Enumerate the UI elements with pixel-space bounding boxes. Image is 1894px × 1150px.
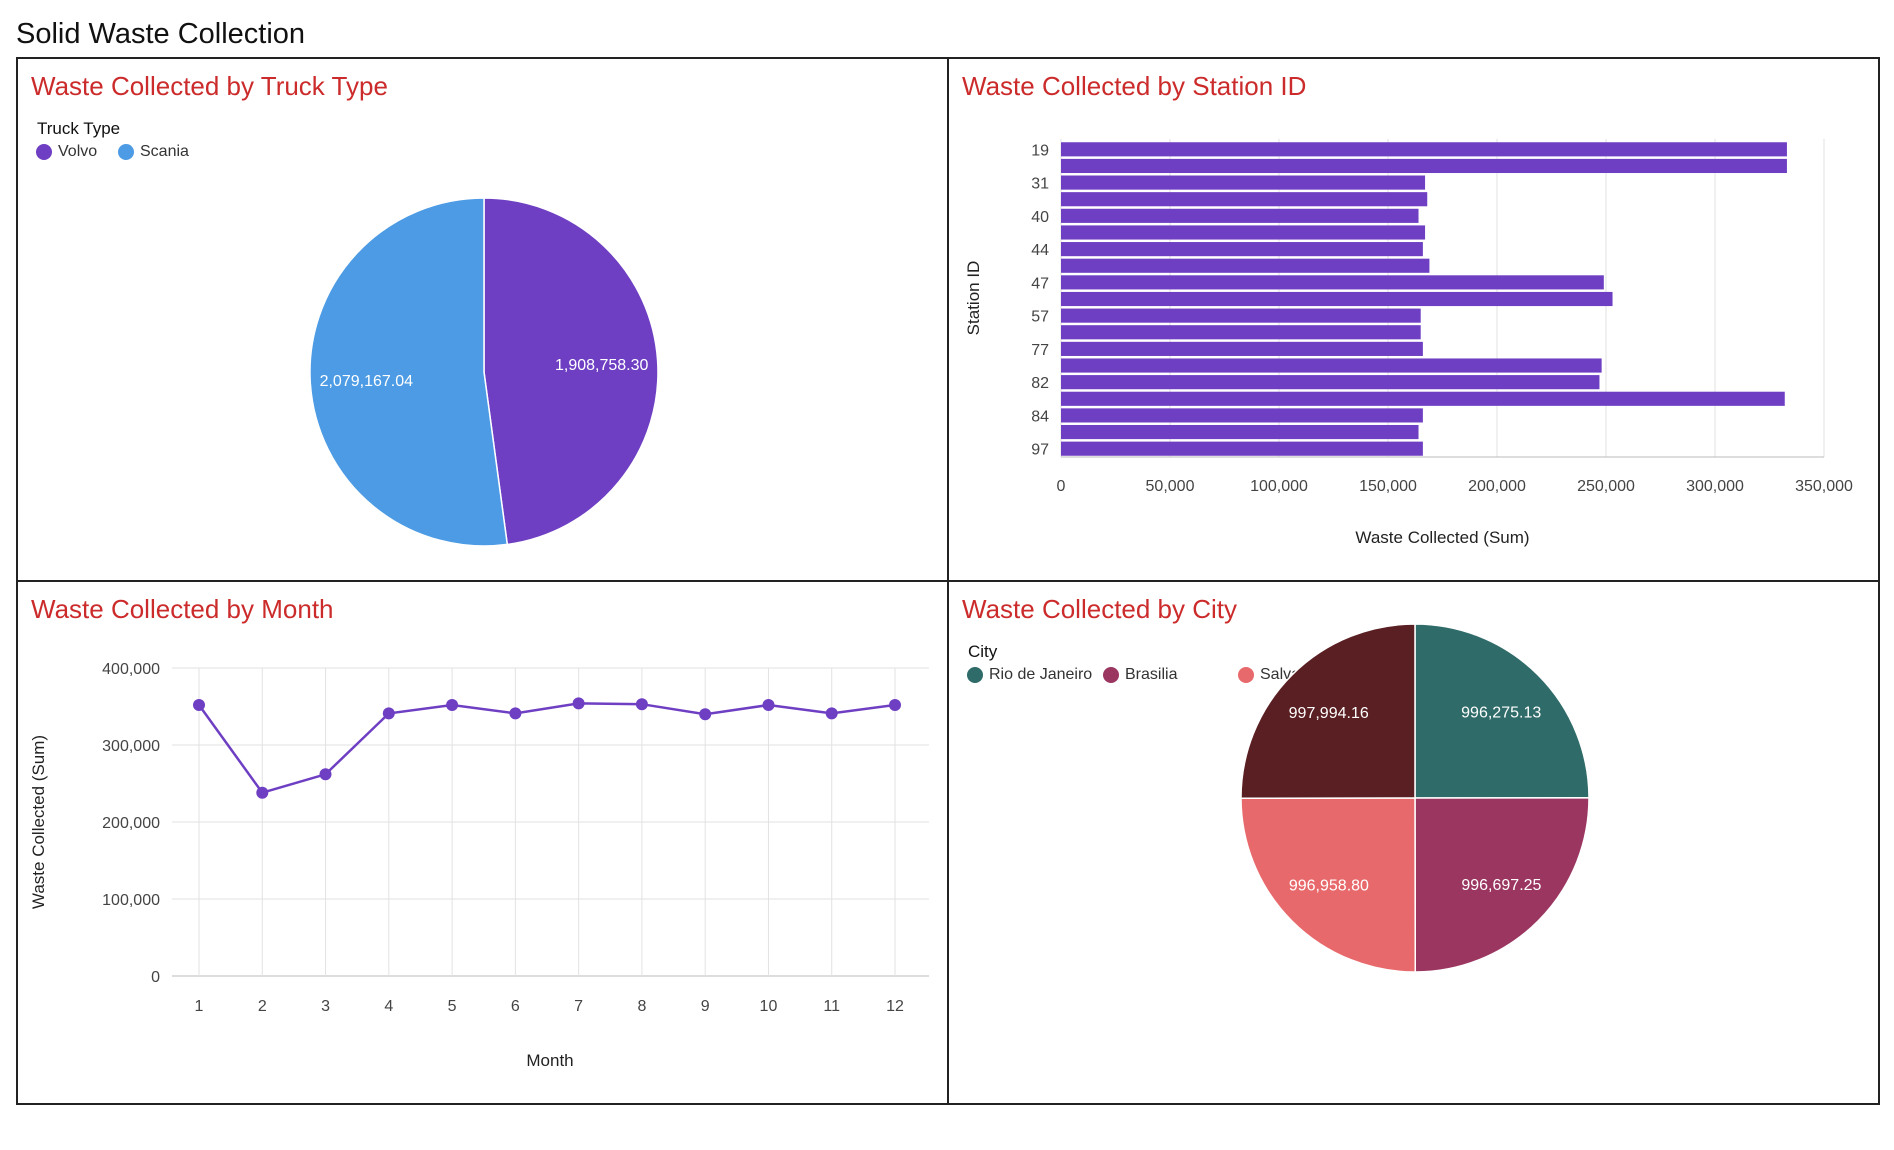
- bar: [1061, 325, 1421, 340]
- line-point: [635, 698, 648, 711]
- pie-data-label: 1,908,758.30: [555, 357, 649, 374]
- y-axis-label: Station ID: [964, 261, 983, 336]
- x-tick-label: 10: [760, 998, 778, 1015]
- station-id-bar-chart[interactable]: 0 50,000 100,000 150,000 200,000 250,000 300,0…: [949, 59, 1878, 580]
- month-panel: Waste Collected by Month 0 100,000 200,000…: [16, 580, 949, 1105]
- month-line-chart[interactable]: 0100,000200,000300,000400,0001 2 3 4 5 6 7 8 9 10…: [18, 582, 947, 1103]
- x-tick-label: 7: [574, 998, 583, 1015]
- bar: [1061, 375, 1600, 390]
- bar: [1061, 391, 1785, 406]
- x-tick-label: 150,000: [1359, 478, 1417, 495]
- y-tick-label: 40: [1031, 209, 1049, 226]
- page-title: Solid Waste Collection: [16, 18, 306, 50]
- x-tick-label: 4: [384, 998, 393, 1015]
- bar: [1061, 142, 1787, 157]
- bar: [1061, 225, 1426, 240]
- x-tick-label: 2: [258, 998, 267, 1015]
- bar: [1061, 308, 1421, 323]
- pie-data-label: 996,697.25: [1461, 877, 1541, 894]
- bar: [1061, 424, 1419, 440]
- y-tick-label: 97: [1031, 442, 1049, 459]
- x-tick-label: 3: [321, 998, 330, 1015]
- bar: [1061, 358, 1602, 373]
- bar: [1061, 275, 1604, 290]
- x-tick-label: 300,000: [1686, 478, 1744, 495]
- bar: [1061, 242, 1423, 257]
- y-tick-label: 47: [1031, 275, 1049, 292]
- line-series: [197, 702, 896, 795]
- x-tick-label: 6: [511, 998, 520, 1015]
- y-axis-label: Waste Collected (Sum): [29, 735, 48, 909]
- y-tick-label: 19: [1031, 142, 1049, 159]
- y-tick-label: 84: [1031, 408, 1049, 425]
- x-tick-label: 5: [448, 998, 457, 1015]
- bar: [1061, 192, 1428, 207]
- y-tick-label: 77: [1031, 342, 1049, 359]
- truck-type-pie-chart[interactable]: 1,908,758.30 2,079,167.04: [18, 59, 947, 580]
- city-pie-chart[interactable]: 996,275.13 996,697.25 996,958.80 997,994.16: [949, 582, 1878, 1103]
- line-point: [193, 699, 205, 711]
- line-point: [382, 707, 395, 720]
- y-tick-label: 82: [1031, 375, 1049, 392]
- x-tick-label: 50,000: [1146, 478, 1195, 495]
- bar: [1061, 291, 1613, 307]
- x-tick-label: 350,000: [1795, 478, 1853, 495]
- line-point: [319, 768, 332, 781]
- line-point: [699, 708, 712, 721]
- x-tick-label: 250,000: [1577, 478, 1635, 495]
- y-tick-label: 44: [1031, 242, 1049, 259]
- line-point: [889, 699, 901, 711]
- city-panel: Waste Collected by City City Rio de Jane…: [947, 580, 1880, 1105]
- x-tick-label: 8: [637, 998, 646, 1015]
- line-point: [762, 699, 775, 711]
- pie-data-label: 2,079,167.04: [320, 373, 414, 390]
- bar: [1061, 258, 1430, 273]
- y-tick-label: 200,000: [102, 815, 160, 832]
- pie-data-label: 996,275.13: [1461, 705, 1541, 722]
- x-tick-label: 0: [1057, 478, 1066, 495]
- y-tick-label: 57: [1031, 309, 1049, 326]
- pie-data-label: 996,958.80: [1289, 877, 1369, 894]
- x-tick-label: 9: [701, 998, 710, 1015]
- x-axis-label: Month: [526, 1051, 573, 1070]
- bar: [1061, 175, 1426, 190]
- x-axis-label: Waste Collected (Sum): [1355, 528, 1529, 547]
- bar: [1061, 341, 1423, 356]
- x-tick-label: 100,000: [1250, 478, 1308, 495]
- bar: [1061, 441, 1423, 456]
- x-tick-label: 12: [886, 998, 904, 1015]
- truck-type-panel: Waste Collected by Truck Type Truck Type…: [16, 57, 949, 582]
- line-point: [446, 699, 459, 711]
- x-tick-label: 200,000: [1468, 478, 1526, 495]
- bar: [1061, 208, 1419, 223]
- bar: [1061, 158, 1787, 174]
- bar: [1061, 408, 1423, 423]
- y-tick-label: 100,000: [102, 892, 160, 909]
- line-point: [256, 786, 269, 799]
- line-point: [572, 697, 585, 710]
- y-tick-label: 400,000: [102, 661, 160, 678]
- station-id-panel: Waste Collected by Station ID 0 50,000 100…: [947, 57, 1880, 582]
- y-tick-label: 31: [1031, 176, 1049, 193]
- x-tick-label: 11: [823, 998, 840, 1015]
- y-tick-label: 0: [151, 969, 160, 986]
- pie-data-label: 997,994.16: [1289, 705, 1369, 722]
- line-point: [509, 707, 522, 720]
- y-tick-label: 300,000: [102, 738, 160, 755]
- line-point: [825, 707, 838, 720]
- x-tick-label: 1: [195, 998, 204, 1015]
